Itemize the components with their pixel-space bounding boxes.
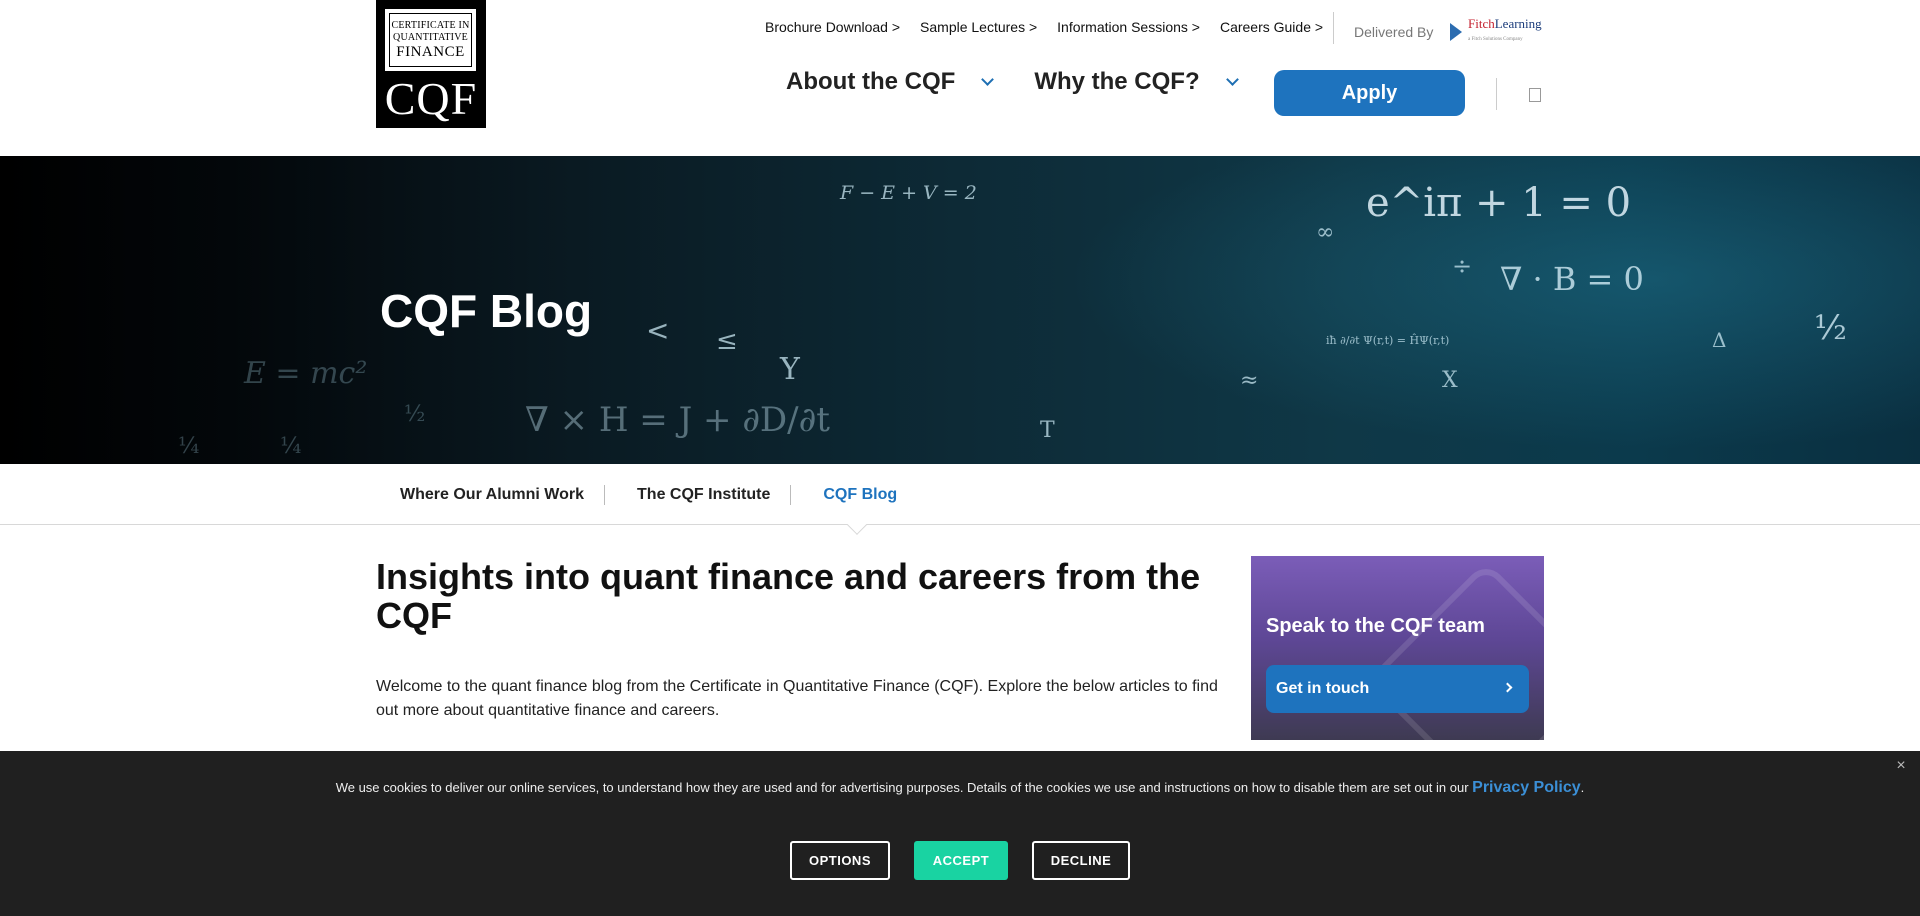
page: CERTIFICATE IN QUANTITATIVE FINANCE CQF … xyxy=(0,0,1920,916)
privacy-policy-link[interactable]: Privacy Policy xyxy=(1472,779,1581,796)
cookie-text: We use cookies to deliver our online ser… xyxy=(335,780,1473,795)
subnav-item-blog[interactable]: CQF Blog xyxy=(823,486,897,504)
nav-about-the-cqf[interactable]: About the CQF xyxy=(786,68,995,96)
equation: Y xyxy=(780,352,800,387)
chevron-down-icon xyxy=(981,72,995,86)
apply-button[interactable]: Apply xyxy=(1274,70,1465,116)
fitch-tagline: a Fitch Solutions Company xyxy=(1468,37,1523,42)
careers-guide-link[interactable]: Careers Guide > xyxy=(1220,19,1323,35)
brochure-download-link[interactable]: Brochure Download > xyxy=(765,19,900,35)
site-header: CERTIFICATE IN QUANTITATIVE FINANCE CQF … xyxy=(0,0,1920,156)
cqf-logo[interactable]: CERTIFICATE IN QUANTITATIVE FINANCE CQF xyxy=(376,0,486,128)
cookie-suffix: . xyxy=(1580,780,1585,795)
fitch-arrow-icon xyxy=(1450,23,1462,41)
close-icon[interactable]: × xyxy=(1892,757,1910,775)
subnav-item-alumni[interactable]: Where Our Alumni Work xyxy=(400,486,584,504)
main-nav: About the CQF Why the CQF? xyxy=(786,68,1239,96)
cookie-options-button[interactable]: OPTIONS xyxy=(790,841,890,880)
hero-banner: F − E + V = 2 e^iπ + 1 = 0 ∇ · B = 0 ½ E… xyxy=(0,156,1920,464)
equation: iħ ∂/∂t Ψ(r,t) = ĤΨ(r,t) xyxy=(1326,334,1450,347)
cookie-banner: × We use cookies to deliver our online s… xyxy=(0,751,1920,916)
chevron-right-icon xyxy=(1502,682,1513,693)
equation: E = mc² xyxy=(244,356,368,391)
equation: ½ xyxy=(404,402,426,427)
equation: ∇ × H = J + ∂D/∂t xyxy=(525,400,830,440)
logo-line2: QUANTITATIVE xyxy=(393,31,468,43)
page-title: CQF Blog xyxy=(380,285,593,337)
get-in-touch-label: Get in touch xyxy=(1276,680,1370,697)
utility-links: Brochure Download > Sample Lectures > In… xyxy=(765,19,1343,35)
subnav-item-institute[interactable]: The CQF Institute xyxy=(637,486,770,504)
delivered-by-label: Delivered By xyxy=(1354,24,1434,40)
search-icon[interactable] xyxy=(1529,88,1541,102)
nav-why-the-cqf[interactable]: Why the CQF? xyxy=(1034,68,1239,96)
equation: ½ xyxy=(1814,308,1847,348)
subnav-divider xyxy=(604,485,606,505)
equation: Δ xyxy=(1712,328,1727,352)
equation: ¼ xyxy=(280,434,302,459)
fitch-learning-logo[interactable]: FitchLearning a Fitch Solutions Company xyxy=(1450,16,1542,46)
cookie-message: We use cookies to deliver our online ser… xyxy=(0,779,1920,797)
chevron-down-icon xyxy=(1225,72,1239,86)
content-heading: Insights into quant finance and careers … xyxy=(376,556,1201,636)
contact-card-title: Speak to the CQF team xyxy=(1266,615,1485,637)
logo-line1: CERTIFICATE IN xyxy=(391,19,470,31)
get-in-touch-button[interactable]: Get in touch xyxy=(1266,665,1529,713)
logo-line3: FINANCE xyxy=(396,43,465,60)
equation: X xyxy=(1442,368,1458,393)
nav-divider xyxy=(1496,78,1497,110)
cookie-accept-button[interactable]: ACCEPT xyxy=(914,841,1008,880)
fitch-name-a: Fitch xyxy=(1468,16,1495,31)
information-sessions-link[interactable]: Information Sessions > xyxy=(1057,19,1200,35)
cookie-decline-button[interactable]: DECLINE xyxy=(1032,841,1130,880)
decorative-shape xyxy=(1365,560,1544,740)
nav-about-label: About the CQF xyxy=(786,68,956,95)
sample-lectures-link[interactable]: Sample Lectures > xyxy=(920,19,1037,35)
subnav-divider xyxy=(790,485,792,505)
equation: ¼ xyxy=(178,434,200,459)
equation: ∇ · B = 0 xyxy=(1500,260,1644,298)
nav-why-label: Why the CQF? xyxy=(1034,68,1200,95)
equation: F − E + V = 2 xyxy=(840,182,977,204)
equation: < xyxy=(646,314,670,347)
equation: ∞ xyxy=(1316,220,1335,245)
fitch-name-b: Learning xyxy=(1494,16,1542,31)
header-divider xyxy=(1333,12,1334,44)
logo-wordmark-box: CERTIFICATE IN QUANTITATIVE FINANCE xyxy=(385,9,476,71)
intro-paragraph: Welcome to the quant finance blog from t… xyxy=(376,678,1218,719)
equation: e^iπ + 1 = 0 xyxy=(1366,180,1632,226)
cookie-buttons: OPTIONS ACCEPT DECLINE xyxy=(790,841,1130,880)
section-subnav: Where Our Alumni Work The CQF Institute … xyxy=(0,464,1920,525)
equation: ≤ xyxy=(716,326,738,356)
equation: ÷ xyxy=(1452,252,1473,280)
equation: ≈ xyxy=(1240,368,1259,393)
contact-card: Speak to the CQF team Get in touch xyxy=(1251,556,1544,740)
logo-mark: CQF xyxy=(384,73,478,124)
equation: T xyxy=(1040,418,1055,443)
